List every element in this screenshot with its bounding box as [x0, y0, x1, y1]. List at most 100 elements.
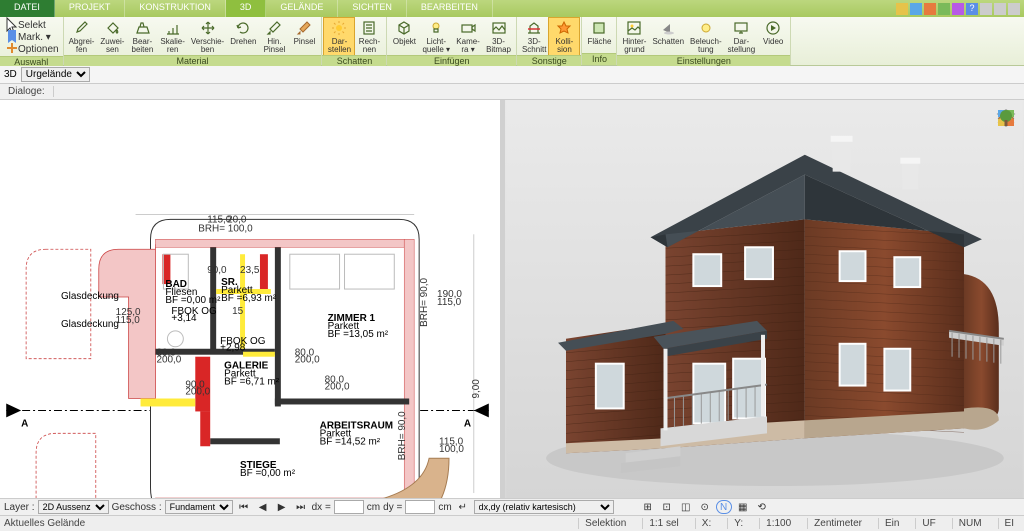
- camera-icon: [459, 19, 477, 37]
- cm-label-2: cm: [438, 502, 451, 513]
- mini-icon[interactable]: [938, 3, 950, 15]
- ribbon-btn-rechnen[interactable]: Rech- nen: [354, 18, 384, 55]
- svg-text:115,0: 115,0: [437, 297, 462, 308]
- ribbon-optionen[interactable]: Optionen: [4, 43, 59, 55]
- calc-icon: [360, 19, 378, 37]
- svg-text:+3,14: +3,14: [171, 313, 197, 324]
- area-icon: [590, 19, 608, 37]
- tool-icon[interactable]: ⟲: [754, 500, 770, 514]
- dx-input[interactable]: [334, 500, 364, 514]
- ribbon-btn-darstellen[interactable]: Dar- stellen: [324, 18, 354, 55]
- video-icon: [764, 19, 782, 37]
- apply-icon[interactable]: ↵: [455, 500, 471, 514]
- minimize-icon[interactable]: [980, 3, 992, 15]
- ribbon-btn-beleuchtung[interactable]: Beleuch- tung: [687, 18, 725, 55]
- ribbon-btn-kollision[interactable]: Kolli- sion: [549, 18, 579, 55]
- tab-bearbeiten[interactable]: BEARBEITEN: [407, 0, 493, 17]
- pane-3d-view[interactable]: [505, 100, 1024, 498]
- svg-text:Glasdeckung: Glasdeckung: [61, 291, 119, 302]
- mini-icon[interactable]: [924, 3, 936, 15]
- tool-icon[interactable]: ⊙: [697, 500, 713, 514]
- svg-text:+2,98: +2,98: [220, 343, 246, 354]
- tool-icon[interactable]: ◫: [678, 500, 694, 514]
- tab-projekt[interactable]: PROJEKT: [55, 0, 126, 17]
- main-tabstrip: DATEI PROJEKT KONSTRUKTION 3D GELÄNDE SI…: [0, 0, 1024, 17]
- dx-label: dx =: [312, 502, 331, 513]
- tool-icon[interactable]: ⊡: [659, 500, 675, 514]
- tab-file[interactable]: DATEI: [0, 0, 55, 17]
- ribbon-btn-zuweisen[interactable]: Zuwei- sen: [97, 18, 127, 55]
- help-icon[interactable]: ?: [966, 3, 978, 15]
- tab-3d[interactable]: 3D: [226, 0, 267, 17]
- layer-label: Layer :: [4, 502, 35, 513]
- status-rest: EI: [998, 518, 1020, 529]
- subbar-3d-label: 3D: [4, 69, 17, 80]
- pane-2d-floorplan[interactable]: AABBADFliesenBF =0,00 m²SR.ParkettBF =6,…: [0, 100, 500, 498]
- bucket-icon: [103, 19, 121, 37]
- mini-icon[interactable]: [896, 3, 908, 15]
- svg-text:100,0: 100,0: [439, 444, 464, 455]
- svg-text:200,0: 200,0: [185, 387, 210, 398]
- mini-icon[interactable]: [910, 3, 922, 15]
- brush-icon: [265, 19, 283, 37]
- svg-text:15: 15: [232, 306, 244, 317]
- ribbon-btn-dschnitt[interactable]: 3D- Schnitt: [519, 18, 549, 55]
- nav-first-icon[interactable]: ⏮: [236, 500, 252, 514]
- ribbon-btn-darstellung[interactable]: Dar- stellung: [725, 18, 759, 55]
- svg-text:BF =14,52 m²: BF =14,52 m²: [320, 436, 381, 447]
- edit-icon: [133, 19, 151, 37]
- bottom-toolbar: Layer : 2D Aussenz Geschoss : Fundament …: [0, 498, 1024, 515]
- svg-text:23,5: 23,5: [240, 265, 260, 276]
- workspace: AABBADFliesenBF =0,00 m²SR.ParkettBF =6,…: [0, 100, 1024, 498]
- ribbon-btn-lichtquelle[interactable]: Licht- quelle ▾: [419, 18, 453, 55]
- tab-konstruktion[interactable]: KONSTRUKTION: [125, 0, 226, 17]
- svg-text:BF =0,00 m²: BF =0,00 m²: [165, 295, 221, 306]
- dy-input[interactable]: [405, 500, 435, 514]
- ribbon-btn-dbitmap[interactable]: 3D- Bitmap: [483, 18, 514, 55]
- tool-icon[interactable]: ⊞: [640, 500, 656, 514]
- status-unit: Zentimeter: [807, 518, 868, 529]
- geschoss-label: Geschoss :: [112, 502, 162, 513]
- ribbon-btn-hintergrund[interactable]: Hinter- grund: [619, 18, 649, 55]
- status-scale: 1:100: [759, 518, 797, 529]
- svg-text:A: A: [21, 418, 28, 429]
- status-uf: UF: [915, 518, 941, 529]
- ribbon-btn-verschieben[interactable]: Verschie- ben: [188, 18, 227, 55]
- svg-text:9,00: 9,00: [471, 379, 482, 399]
- cm-label: cm: [367, 502, 380, 513]
- ribbon-btn-objekt[interactable]: Objekt: [389, 18, 419, 47]
- dialoge-label[interactable]: Dialoge:: [0, 86, 54, 97]
- nav-prev-icon[interactable]: ◀: [255, 500, 271, 514]
- geschoss-dropdown[interactable]: Fundament: [165, 500, 233, 514]
- mini-icon[interactable]: [952, 3, 964, 15]
- tree-icon[interactable]: [996, 220, 1018, 242]
- ribbon-group-label: Material: [64, 55, 322, 66]
- terrain-dropdown[interactable]: Urgelände: [21, 67, 90, 82]
- ribbon-btn-pinsel[interactable]: Pinsel: [289, 18, 319, 47]
- status-bar: Aktuelles Gelände Selektion 1:1 sel X: Y…: [0, 515, 1024, 531]
- nav-next-icon[interactable]: ▶: [274, 500, 290, 514]
- ribbon-btn-drehen[interactable]: Drehen: [227, 18, 259, 47]
- ribbon-btn-flche[interactable]: Fläche: [584, 18, 614, 47]
- ribbon-btn-schatten[interactable]: Schatten: [649, 18, 687, 47]
- rotate-icon: [234, 19, 252, 37]
- close-icon[interactable]: [1008, 3, 1020, 15]
- maximize-icon[interactable]: [994, 3, 1006, 15]
- ribbon-btn-bearbeiten[interactable]: Bear- beiten: [127, 18, 157, 55]
- ribbon-btn-video[interactable]: Video: [758, 18, 788, 47]
- status-ratio: 1:1 sel: [642, 518, 684, 529]
- ribbon-btn-kamera[interactable]: Kame- ra ▾: [453, 18, 483, 55]
- tool-icon[interactable]: N: [716, 500, 732, 514]
- nav-last-icon[interactable]: ⏭: [293, 500, 309, 514]
- ribbon-btn-skalieren[interactable]: Skalie- ren: [157, 18, 187, 55]
- tool-icon[interactable]: ▦: [735, 500, 751, 514]
- layer-dropdown[interactable]: 2D Aussenz: [38, 500, 109, 514]
- svg-text:90,0: 90,0: [207, 265, 227, 276]
- tab-sichten[interactable]: SICHTEN: [338, 0, 407, 17]
- bg-icon: [625, 19, 643, 37]
- tab-gelaende[interactable]: GELÄNDE: [266, 0, 338, 17]
- ribbon-btn-hinpinsel[interactable]: Hin. Pinsel: [259, 18, 289, 55]
- status-ein: Ein: [878, 518, 905, 529]
- coord-mode-dropdown[interactable]: dx,dy (relativ kartesisch): [474, 500, 614, 514]
- ribbon-btn-abgreifen[interactable]: Abgrei- fen: [66, 18, 98, 55]
